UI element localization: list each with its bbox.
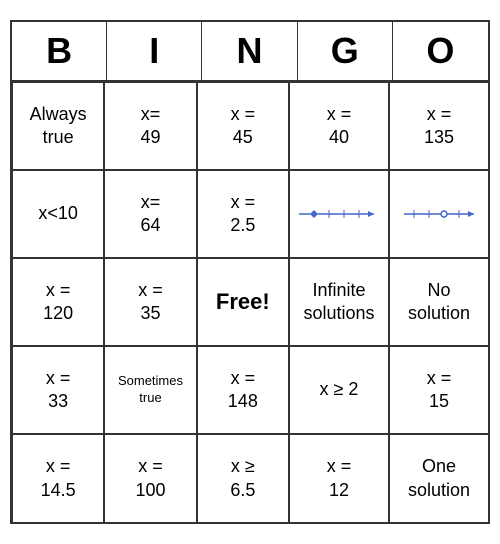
cell-text: Alwaystrue <box>30 103 87 150</box>
cell-text: x=64 <box>140 191 160 238</box>
cell-r1c4: x =40 <box>289 82 389 170</box>
cell-text: x =15 <box>427 367 452 414</box>
cell-r3c1: x =120 <box>12 258 104 346</box>
number-line-1 <box>294 205 384 223</box>
cell-r1c2: x=49 <box>104 82 196 170</box>
cell-text: Nosolution <box>408 279 470 326</box>
cell-r2c5 <box>389 170 488 258</box>
cell-r1c5: x =135 <box>389 82 488 170</box>
cell-text: x ≥ 2 <box>320 378 359 401</box>
cell-text: x =45 <box>231 103 256 150</box>
header-g: G <box>298 22 393 80</box>
cell-r3c5: Nosolution <box>389 258 488 346</box>
cell-r2c4 <box>289 170 389 258</box>
cell-text: x ≥6.5 <box>230 455 255 502</box>
cell-r1c1: Alwaystrue <box>12 82 104 170</box>
cell-text: x =148 <box>228 367 258 414</box>
cell-r3c3: Free! <box>197 258 289 346</box>
cell-text: x =2.5 <box>230 191 255 238</box>
cell-r5c2: x =100 <box>104 434 196 522</box>
cell-text: Onesolution <box>408 455 470 502</box>
header-o: O <box>393 22 488 80</box>
bingo-header: B I N G O <box>12 22 488 82</box>
cell-text: Sometimestrue <box>118 373 183 407</box>
cell-r4c5: x =15 <box>389 346 488 434</box>
header-i: I <box>107 22 202 80</box>
cell-text: x =35 <box>138 279 163 326</box>
cell-text: x<10 <box>38 202 78 225</box>
cell-r2c3: x =2.5 <box>197 170 289 258</box>
cell-r3c4: Infinitesolutions <box>289 258 389 346</box>
cell-text: x =100 <box>135 455 165 502</box>
cell-text: x =120 <box>43 279 73 326</box>
cell-text: x =33 <box>46 367 71 414</box>
cell-text: x =135 <box>424 103 454 150</box>
bingo-card: B I N G O Alwaystrue x=49 x =45 x =40 x =135… <box>10 20 490 524</box>
header-b: B <box>12 22 107 80</box>
cell-r5c4: x =12 <box>289 434 389 522</box>
header-n: N <box>202 22 297 80</box>
cell-r3c2: x =35 <box>104 258 196 346</box>
cell-text: x =40 <box>327 103 352 150</box>
cell-text: x=49 <box>140 103 160 150</box>
cell-r4c3: x =148 <box>197 346 289 434</box>
cell-text: x =12 <box>327 455 352 502</box>
cell-text: Infinitesolutions <box>303 279 374 326</box>
cell-r5c5: Onesolution <box>389 434 488 522</box>
cell-r1c3: x =45 <box>197 82 289 170</box>
bingo-grid: Alwaystrue x=49 x =45 x =40 x =135 x<10 x=64 x … <box>12 82 488 522</box>
cell-r4c2: Sometimestrue <box>104 346 196 434</box>
cell-r2c1: x<10 <box>12 170 104 258</box>
cell-r2c2: x=64 <box>104 170 196 258</box>
cell-text: x =14.5 <box>41 455 76 502</box>
cell-r5c1: x =14.5 <box>12 434 104 522</box>
number-line-2 <box>394 205 484 223</box>
cell-r4c1: x =33 <box>12 346 104 434</box>
cell-r5c3: x ≥6.5 <box>197 434 289 522</box>
cell-r4c4: x ≥ 2 <box>289 346 389 434</box>
